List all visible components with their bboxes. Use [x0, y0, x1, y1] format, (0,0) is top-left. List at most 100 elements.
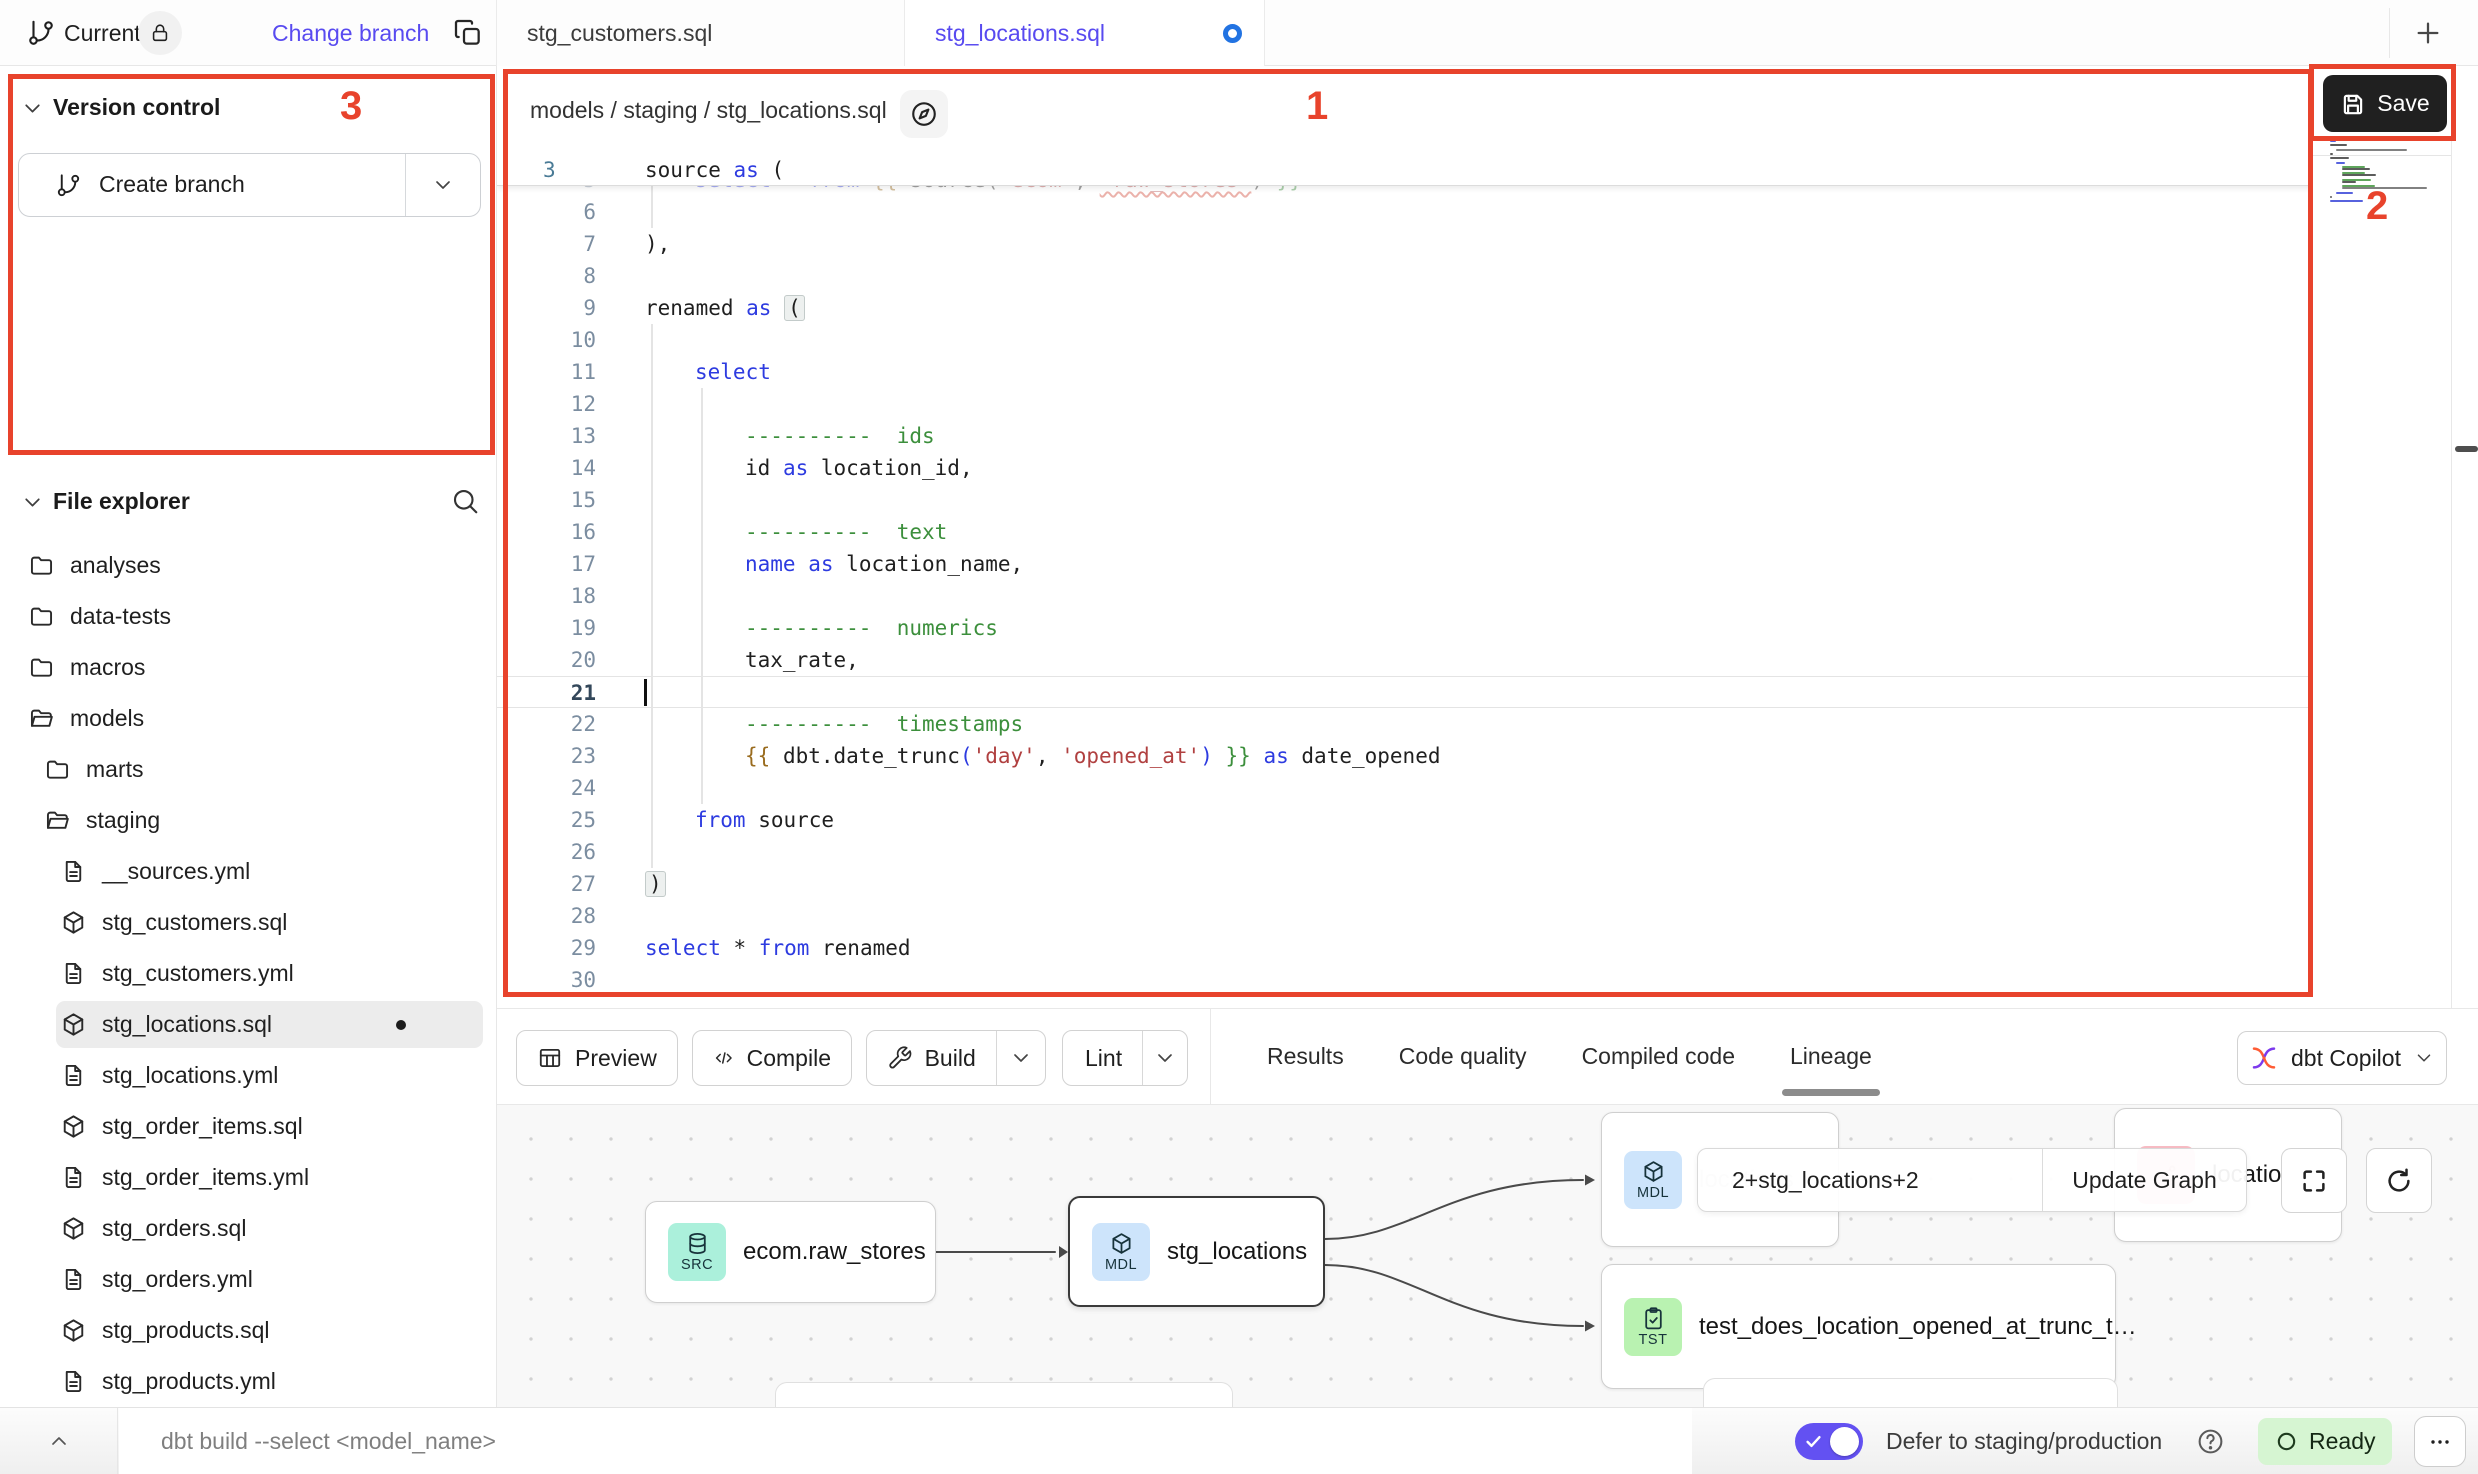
file-item-stg-customers-sql[interactable]: stg_customers.sql [0, 897, 497, 948]
refresh-graph-button[interactable] [2366, 1148, 2432, 1213]
new-tab-button[interactable] [2412, 17, 2444, 49]
code-line-17[interactable]: 17name as location_name, [497, 548, 2313, 580]
code-line-11[interactable]: 11select [497, 356, 2313, 388]
code-line-15[interactable]: 15 [497, 484, 2313, 516]
node-badge: SRC [681, 1257, 713, 1273]
panel-resize-handle[interactable] [2455, 446, 2478, 452]
model-node-icon: MDL [1092, 1223, 1150, 1281]
file-item-analyses[interactable]: analyses [0, 540, 497, 591]
command-input[interactable]: dbt build --select <model_name> [119, 1408, 1692, 1474]
file-item-marts[interactable]: marts [0, 744, 497, 795]
file-item-stg-locations-sql[interactable]: stg_locations.sql [0, 999, 497, 1050]
code-line-27[interactable]: 27) [497, 868, 2313, 900]
code-line-6[interactable]: 6 [497, 196, 2313, 228]
tab-stg-customers-sql[interactable]: stg_customers.sql [497, 0, 905, 66]
build-button[interactable]: Build [866, 1030, 1046, 1086]
line-number: 20 [497, 644, 596, 676]
code-line-24[interactable]: 24 [497, 772, 2313, 804]
code-line-13[interactable]: 13---------- ids [497, 420, 2313, 452]
panel-tab-code-quality[interactable]: Code quality [1399, 1043, 1527, 1070]
line-number: 26 [497, 836, 596, 868]
code-line-10[interactable]: 10 [497, 324, 2313, 356]
create-branch-button[interactable]: Create branch [18, 153, 481, 217]
file-tree: analysesdata-testsmacrosmodelsmartsstagi… [0, 540, 497, 1407]
code-line-21[interactable]: 21 [497, 676, 2313, 708]
code-line-29[interactable]: 29select * from renamed [497, 932, 2313, 964]
file-item-stg-products-yml[interactable]: stg_products.yml [0, 1356, 497, 1407]
panel-tab-compiled-code[interactable]: Compiled code [1582, 1043, 1735, 1070]
code-line-26[interactable]: 26 [497, 836, 2313, 868]
tab-stg-locations-sql[interactable]: stg_locations.sql [905, 0, 1265, 66]
model-cube-icon [60, 1215, 87, 1242]
file-item-stg-order-items-yml[interactable]: stg_order_items.yml [0, 1152, 497, 1203]
dbt-copilot-label: dbt Copilot [2291, 1045, 2401, 1072]
code-line-18[interactable]: 18 [497, 580, 2313, 612]
file-item-label: stg_products.yml [102, 1368, 276, 1395]
code-line-7[interactable]: 7), [497, 228, 2313, 260]
code-line-19[interactable]: 19---------- numerics [497, 612, 2313, 644]
more-options-button[interactable] [2414, 1416, 2466, 1467]
open-in-explorer-button[interactable] [900, 90, 948, 138]
lineage-node-source[interactable]: SRC ecom.raw_stores [645, 1201, 936, 1303]
editor-minimap[interactable] [2330, 140, 2452, 212]
code-editor[interactable]: 5select * from {{ source('ecom', 'raw_st… [497, 155, 2313, 1008]
help-icon[interactable] [2196, 1427, 2225, 1456]
file-item-stg-products-sql[interactable]: stg_products.sql [0, 1305, 497, 1356]
code-line-9[interactable]: 9renamed as ( [497, 292, 2313, 324]
compile-button[interactable]: Compile [692, 1030, 852, 1086]
create-branch-label: Create branch [99, 154, 245, 215]
lineage-canvas[interactable]: SRC ecom.raw_stores MDL stg_locations MD… [497, 1105, 2478, 1407]
code-line-25[interactable]: 25from source [497, 804, 2313, 836]
file-item--sources-yml[interactable]: __sources.yml [0, 846, 497, 897]
file-item-stg-customers-yml[interactable]: stg_customers.yml [0, 948, 497, 999]
code-line-30[interactable]: 30 [497, 964, 2313, 996]
code-line-28[interactable]: 28 [497, 900, 2313, 932]
file-item-staging[interactable]: staging [0, 795, 497, 846]
line-number: 8 [497, 260, 596, 292]
status-badge: Ready [2258, 1418, 2392, 1465]
file-item-stg-orders-yml[interactable]: stg_orders.yml [0, 1254, 497, 1305]
preview-label: Preview [575, 1045, 657, 1072]
chevron-down-icon[interactable] [20, 490, 45, 515]
code-line-16[interactable]: 16---------- text [497, 516, 2313, 548]
panel-tab-lineage[interactable]: Lineage [1790, 1043, 1872, 1070]
file-item-stg-order-items-sql[interactable]: stg_order_items.sql [0, 1101, 497, 1152]
chevron-down-icon[interactable] [20, 96, 45, 121]
toolbar-divider [1210, 1009, 1211, 1104]
tab-bar: Current Change branch stg_customers.sql … [0, 0, 2478, 66]
dbt-copilot-button[interactable]: dbt Copilot [2237, 1031, 2447, 1085]
fullscreen-button[interactable] [2281, 1148, 2347, 1213]
code-line-20[interactable]: 20tax_rate, [497, 644, 2313, 676]
source-node-icon: SRC [668, 1223, 726, 1281]
lineage-node-test[interactable]: TST test_does_location_opened_at_trunc_t… [1601, 1264, 2116, 1389]
update-graph-button[interactable]: Update Graph [2043, 1149, 2246, 1211]
defer-toggle[interactable] [1795, 1423, 1863, 1460]
file-item-data-tests[interactable]: data-tests [0, 591, 497, 642]
line-number: 21 [497, 677, 596, 709]
panel-tab-results[interactable]: Results [1267, 1043, 1344, 1070]
chevron-down-icon[interactable] [431, 173, 455, 197]
lint-button[interactable]: Lint [1062, 1030, 1188, 1086]
lineage-node-stg-locations[interactable]: MDL stg_locations [1068, 1196, 1325, 1307]
code-line-12[interactable]: 12 [497, 388, 2313, 420]
code-line-14[interactable]: 14id as location_id, [497, 452, 2313, 484]
file-item-stg-orders-sql[interactable]: stg_orders.sql [0, 1203, 497, 1254]
file-item-stg-locations-yml[interactable]: stg_locations.yml [0, 1050, 497, 1101]
code-icon [713, 1045, 735, 1071]
search-icon[interactable] [450, 486, 480, 516]
code-line-8[interactable]: 8 [497, 260, 2313, 292]
lint-dropdown[interactable] [1142, 1031, 1187, 1085]
folder-open-icon [44, 807, 71, 834]
preview-button[interactable]: Preview [516, 1030, 678, 1086]
file-item-models[interactable]: models [0, 693, 497, 744]
change-branch-link[interactable]: Change branch [272, 0, 429, 66]
save-button[interactable]: Save [2323, 75, 2447, 132]
expand-command-bar-button[interactable] [0, 1408, 118, 1474]
chevron-down-icon [1153, 1046, 1177, 1070]
copy-icon[interactable] [452, 17, 484, 49]
code-line-22[interactable]: 22---------- timestamps [497, 708, 2313, 740]
build-dropdown[interactable] [996, 1031, 1045, 1085]
file-item-macros[interactable]: macros [0, 642, 497, 693]
lineage-selector-input[interactable]: 2+stg_locations+2 [1698, 1149, 2043, 1211]
code-line-23[interactable]: 23{{ dbt.date_trunc('day', 'opened_at') … [497, 740, 2313, 772]
